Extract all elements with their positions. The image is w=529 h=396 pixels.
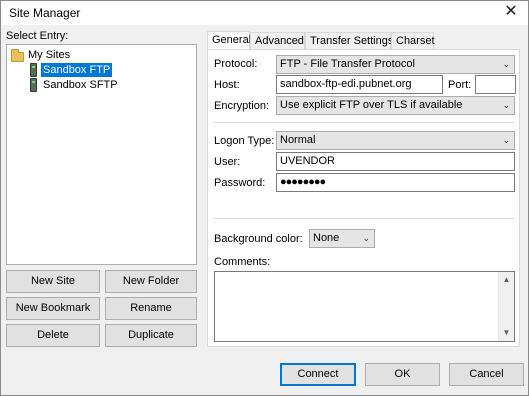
folder-icon [11,49,24,62]
scroll-down-icon[interactable]: ▼ [499,325,514,341]
background-color-select[interactable]: None ⌄ [309,229,375,248]
duplicate-button[interactable]: Duplicate [105,324,197,347]
user-input[interactable]: UVENDOR [276,152,515,171]
new-folder-button[interactable]: New Folder [105,270,197,293]
protocol-select[interactable]: FTP - File Transfer Protocol ⌄ [276,55,515,74]
title-bar: Site Manager ✕ [1,1,528,25]
dialog-footer: Connect OK Cancel [1,353,528,395]
delete-button[interactable]: Delete [6,324,100,347]
tree-item-sandbox-ftp[interactable]: Sandbox FTP [41,63,113,77]
background-color-value: None [313,232,340,244]
server-icon [30,78,37,92]
protocol-label: Protocol: [214,58,258,70]
close-icon[interactable]: ✕ [500,2,522,22]
logon-type-value: Normal [280,134,316,146]
window-title: Site Manager [9,6,81,20]
cancel-button[interactable]: Cancel [449,363,524,386]
chevron-down-icon: ⌄ [362,233,370,243]
scroll-up-icon[interactable]: ▲ [499,272,514,288]
password-field[interactable]: ●●●●●●●● [276,173,515,192]
site-tree[interactable]: My Sites Sandbox FTP Sandbox SFTP [6,44,197,265]
tab-transfer-settings[interactable]: Transfer Settings [305,32,393,50]
encryption-value: Use explicit FTP over TLS if available [280,99,463,111]
tree-item-my-sites[interactable]: My Sites [26,48,72,62]
background-color-label: Background color: [214,233,303,245]
ok-button[interactable]: OK [365,363,440,386]
protocol-value: FTP - File Transfer Protocol [280,58,415,70]
rename-button[interactable]: Rename [105,297,197,320]
comments-scrollbar[interactable]: ▲ ▼ [498,272,514,341]
server-icon [30,63,37,77]
tab-general[interactable]: General [207,31,251,50]
tree-item-sandbox-sftp[interactable]: Sandbox SFTP [41,78,120,92]
site-manager-window: Site Manager ✕ Select Entry: My Sites Sa… [0,0,529,396]
select-entry-label: Select Entry: [6,30,69,42]
password-label: Password: [214,177,266,189]
connect-button[interactable]: Connect [280,363,356,386]
logon-type-label: Logon Type: [214,135,275,147]
encryption-label: Encryption: [214,100,270,112]
chevron-down-icon: ⌄ [502,59,510,69]
logon-type-select[interactable]: Normal ⌄ [276,131,515,150]
chevron-down-icon: ⌄ [502,135,510,145]
new-bookmark-button[interactable]: New Bookmark [6,297,100,320]
encryption-select[interactable]: Use explicit FTP over TLS if available ⌄ [276,96,515,115]
host-label: Host: [214,79,240,91]
chevron-down-icon: ⌄ [502,100,510,110]
host-input[interactable]: sandbox-ftp-edi.pubnet.org [276,75,443,94]
tab-advanced[interactable]: Advanced [250,32,305,50]
user-label: User: [214,156,241,168]
general-panel: Protocol: FTP - File Transfer Protocol ⌄… [207,49,520,347]
comments-label: Comments: [214,256,271,268]
tab-charset[interactable]: Charset [391,32,435,50]
port-input[interactable] [475,75,516,94]
comments-textarea[interactable] [214,271,515,342]
separator [214,218,515,219]
new-site-button[interactable]: New Site [6,270,100,293]
separator [214,122,515,123]
port-label: Port: [448,79,472,91]
